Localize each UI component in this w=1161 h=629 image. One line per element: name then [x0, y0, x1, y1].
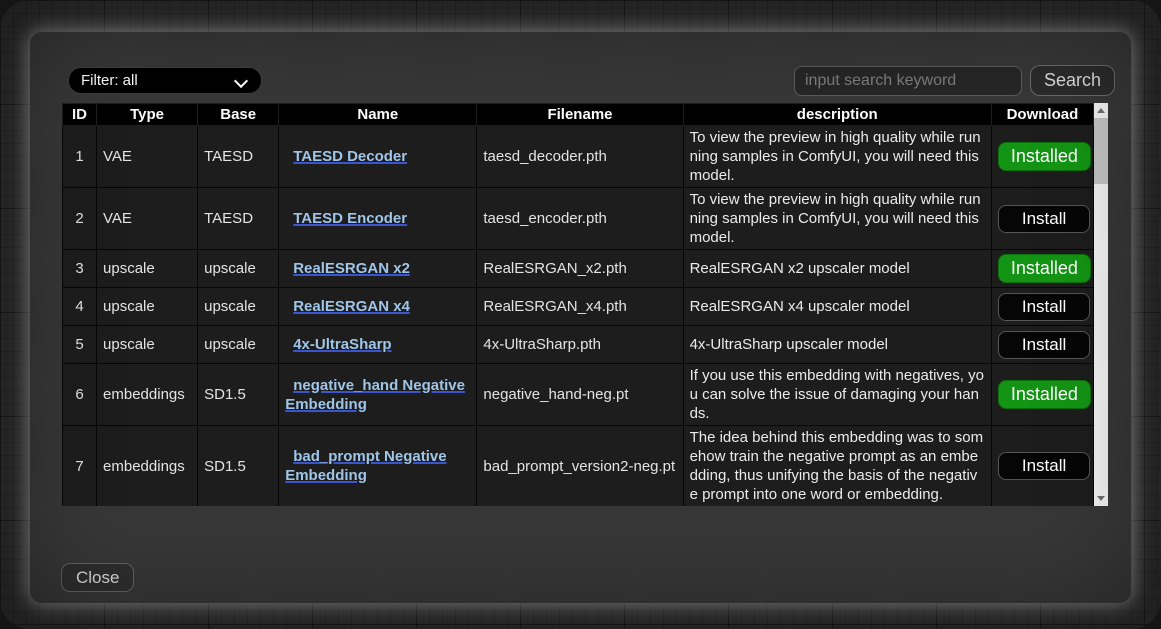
cell-id: 6 — [63, 364, 97, 426]
cell-description: The idea behind this embedding was to so… — [683, 426, 991, 507]
cell-base: upscale — [198, 250, 279, 288]
cell-filename: taesd_encoder.pth — [477, 188, 683, 250]
scrollbar-up-button[interactable] — [1094, 103, 1108, 118]
cell-name: TAESD Decoder — [279, 126, 477, 188]
table-row: 5upscaleupscale4x-UltraSharp4x-UltraShar… — [63, 326, 1094, 364]
cell-download: Installed — [991, 126, 1093, 188]
filter-select[interactable]: Filter: all — [68, 67, 262, 94]
cell-download: Install — [991, 188, 1093, 250]
cell-type: embeddings — [97, 426, 198, 507]
column-header-type: Type — [97, 104, 198, 126]
table-scrollbar[interactable] — [1094, 103, 1108, 506]
models-table-container: IDTypeBaseNameFilenamedescriptionDownloa… — [62, 103, 1108, 506]
column-header-base: Base — [198, 104, 279, 126]
cell-description: If you use this embedding with negatives… — [683, 364, 991, 426]
cell-name: RealESRGAN x2 — [279, 250, 477, 288]
cell-download: Install — [991, 426, 1093, 507]
close-button[interactable]: Close — [61, 563, 134, 592]
cell-download: Install — [991, 288, 1093, 326]
chevron-down-icon — [234, 74, 248, 88]
cell-name: TAESD Encoder — [279, 188, 477, 250]
cell-filename: bad_prompt_version2-neg.pt — [477, 426, 683, 507]
search-button[interactable]: Search — [1030, 65, 1115, 96]
cell-type: VAE — [97, 126, 198, 188]
install-button[interactable]: Install — [998, 205, 1090, 233]
cell-filename: negative_hand-neg.pt — [477, 364, 683, 426]
model-manager-dialog: Filter: all Search IDTypeBaseNameFilenam… — [30, 32, 1131, 603]
cell-filename: 4x-UltraSharp.pth — [477, 326, 683, 364]
cell-type: upscale — [97, 288, 198, 326]
table-row: 4upscaleupscaleRealESRGAN x4RealESRGAN_x… — [63, 288, 1094, 326]
cell-description: To view the preview in high quality whil… — [683, 126, 991, 188]
cell-id: 1 — [63, 126, 97, 188]
install-button[interactable]: Install — [998, 293, 1090, 321]
arrow-up-icon — [1097, 108, 1105, 113]
cell-base: TAESD — [198, 126, 279, 188]
cell-type: upscale — [97, 250, 198, 288]
cell-base: upscale — [198, 326, 279, 364]
install-button[interactable]: Install — [998, 452, 1090, 480]
installed-button[interactable]: Installed — [998, 380, 1091, 409]
cell-filename: RealESRGAN_x4.pth — [477, 288, 683, 326]
cell-download: Install — [991, 326, 1093, 364]
model-name-link[interactable]: bad_prompt Negative Embedding — [285, 448, 446, 484]
model-name-link[interactable]: TAESD Encoder — [293, 210, 407, 227]
cell-type: upscale — [97, 326, 198, 364]
cell-base: SD1.5 — [198, 364, 279, 426]
cell-name: negative_hand Negative Embedding — [279, 364, 477, 426]
cell-description: RealESRGAN x2 upscaler model — [683, 250, 991, 288]
arrow-down-icon — [1097, 496, 1105, 501]
cell-base: upscale — [198, 288, 279, 326]
column-header-name: Name — [279, 104, 477, 126]
comfyui-canvas-background: Filter: all Search IDTypeBaseNameFilenam… — [0, 0, 1161, 629]
cell-base: TAESD — [198, 188, 279, 250]
scrollbar-thumb[interactable] — [1094, 118, 1108, 184]
column-header-download: Download — [991, 104, 1093, 126]
cell-id: 7 — [63, 426, 97, 507]
table-row: 6embeddingsSD1.5negative_hand Negative E… — [63, 364, 1094, 426]
table-row: 1VAETAESD TAESD Decoder taesd_decoder.pthT… — [63, 126, 1094, 188]
table-row: 2VAETAESD TAESD Encoder taesd_encoder.pthT… — [63, 188, 1094, 250]
model-name-link[interactable]: 4x-UltraSharp — [293, 336, 391, 353]
table-header-row: IDTypeBaseNameFilenamedescriptionDownloa… — [63, 104, 1094, 126]
cell-id: 4 — [63, 288, 97, 326]
models-table: IDTypeBaseNameFilenamedescriptionDownloa… — [62, 103, 1094, 506]
column-header-description: description — [683, 104, 991, 126]
cell-base: SD1.5 — [198, 426, 279, 507]
cell-description: RealESRGAN x4 upscaler model — [683, 288, 991, 326]
model-name-link[interactable]: RealESRGAN x2 — [293, 260, 410, 277]
filter-select-value: Filter: all — [81, 72, 138, 89]
cell-type: VAE — [97, 188, 198, 250]
cell-id: 2 — [63, 188, 97, 250]
cell-type: embeddings — [97, 364, 198, 426]
cell-download: Installed — [991, 364, 1093, 426]
cell-description: To view the preview in high quality whil… — [683, 188, 991, 250]
installed-button[interactable]: Installed — [998, 254, 1091, 283]
table-row: 3upscaleupscaleRealESRGAN x2RealESRGAN_x… — [63, 250, 1094, 288]
install-button[interactable]: Install — [998, 331, 1090, 359]
model-name-link[interactable]: negative_hand Negative Embedding — [285, 377, 465, 413]
scrollbar-down-button[interactable] — [1094, 491, 1108, 506]
cell-filename: RealESRGAN_x2.pth — [477, 250, 683, 288]
table-row: 7embeddingsSD1.5bad_prompt Negative Embe… — [63, 426, 1094, 507]
cell-id: 5 — [63, 326, 97, 364]
cell-name: RealESRGAN x4 — [279, 288, 477, 326]
column-header-filename: Filename — [477, 104, 683, 126]
cell-name: 4x-UltraSharp — [279, 326, 477, 364]
cell-filename: taesd_decoder.pth — [477, 126, 683, 188]
model-name-link[interactable]: RealESRGAN x4 — [293, 298, 410, 315]
installed-button[interactable]: Installed — [998, 142, 1091, 171]
cell-download: Installed — [991, 250, 1093, 288]
cell-id: 3 — [63, 250, 97, 288]
cell-description: 4x-UltraSharp upscaler model — [683, 326, 991, 364]
search-input[interactable] — [794, 66, 1022, 96]
cell-name: bad_prompt Negative Embedding — [279, 426, 477, 507]
model-name-link[interactable]: TAESD Decoder — [293, 148, 407, 165]
column-header-id: ID — [63, 104, 97, 126]
